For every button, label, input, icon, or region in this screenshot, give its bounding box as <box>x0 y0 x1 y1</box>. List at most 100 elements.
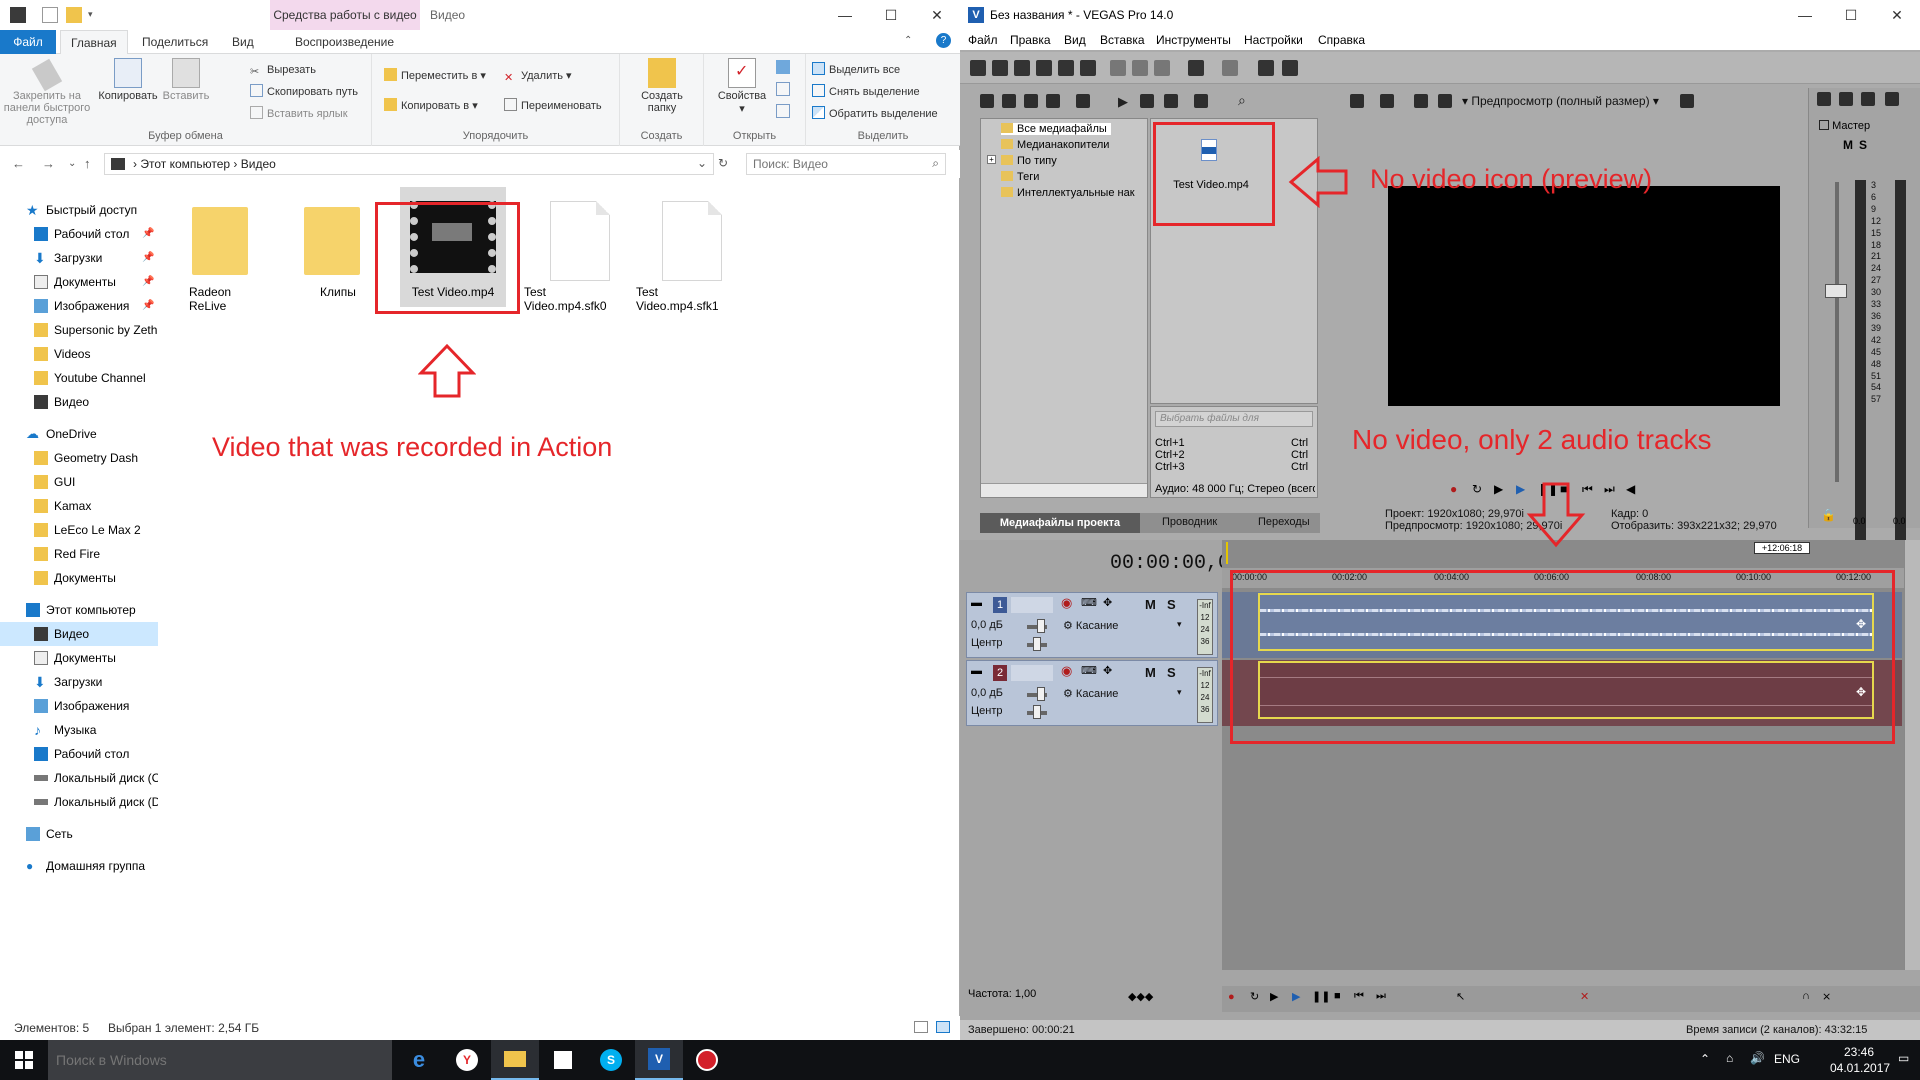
taskbar-search-input[interactable] <box>56 1050 376 1070</box>
cut-button[interactable]: ✂ Вырезать <box>250 60 316 80</box>
render-icon[interactable] <box>1058 60 1074 76</box>
search-box[interactable]: ⌕ <box>746 153 946 175</box>
master-downmix-icon[interactable] <box>1861 92 1875 106</box>
automation-mode[interactable]: ⚙ Касание <box>1063 687 1118 700</box>
vegas-minimize-icon[interactable]: — <box>1782 0 1828 30</box>
preview-quality-dropdown[interactable]: ▾ Предпросмотр (полный размер) ▾ <box>1462 94 1659 108</box>
nav-quick-access[interactable]: ★ Быстрый доступ <box>0 198 158 222</box>
tl-loop-icon[interactable]: ↻ <box>1250 990 1259 1003</box>
media-filter-field[interactable]: Выбрать файлы для редактирования <box>1155 411 1313 427</box>
file-item-radeon-relive[interactable]: Radeon ReLive <box>170 195 270 313</box>
rate-slider-icon[interactable]: ◆◆◆ <box>1128 990 1153 1003</box>
tab-home[interactable]: Главная <box>60 30 128 54</box>
save-as-icon[interactable] <box>1036 60 1052 76</box>
file-item-sfk1[interactable]: Test Video.mp4.sfk1 <box>636 195 736 313</box>
nav-pc-music[interactable]: ♪ Музыка <box>0 718 158 742</box>
auto-crossfade-icon[interactable]: ⨯ <box>1822 990 1831 1003</box>
delete-event-icon[interactable]: ✕ <box>1580 990 1589 1003</box>
pan-knob[interactable] <box>1033 705 1041 719</box>
vegas-maximize-icon[interactable]: ☐ <box>1828 0 1874 30</box>
preview-properties-icon[interactable] <box>1350 94 1364 108</box>
copy-to-button[interactable]: Копировать в ▾ <box>384 96 478 116</box>
vegas-close-icon[interactable]: ✕ <box>1874 0 1920 30</box>
nav-pictures[interactable]: Изображения 📌 <box>0 294 158 318</box>
auto-preview-icon[interactable] <box>1164 94 1178 108</box>
paste-button[interactable]: Вставить <box>156 58 216 102</box>
tl-start-icon[interactable]: ⏮ <box>1354 990 1364 1003</box>
automation-mode[interactable]: ⚙ Касание <box>1063 619 1118 632</box>
nav-geometry-dash[interactable]: Geometry Dash <box>0 446 158 470</box>
large-icons-view-icon[interactable] <box>936 1021 950 1033</box>
track-name-field[interactable] <box>1011 597 1053 613</box>
help-icon[interactable]: ? <box>936 33 951 48</box>
tl-stop-icon[interactable]: ■ <box>1334 990 1341 1002</box>
address-dropdown-icon[interactable]: ⌄ <box>697 156 707 170</box>
nav-desktop[interactable]: Рабочий стол 📌 <box>0 222 158 246</box>
recent-chevron-icon[interactable]: ⌄ <box>68 158 76 169</box>
tl-play-icon[interactable]: ▶ <box>1292 990 1300 1003</box>
taskbar-yandex[interactable]: Y <box>443 1040 491 1080</box>
delete-button[interactable]: ✕ Удалить ▾ <box>504 66 572 86</box>
tab-file[interactable]: Файл <box>0 30 56 54</box>
nav-videos[interactable]: Videos <box>0 342 158 366</box>
go-to-end-icon[interactable]: ⏭ <box>1604 482 1615 497</box>
copy-path-button[interactable]: Скопировать путь <box>250 82 358 102</box>
pan-knob[interactable] <box>1033 637 1041 651</box>
master-fader-knob[interactable] <box>1825 284 1847 298</box>
history-icon[interactable] <box>776 104 790 118</box>
details-view-icon[interactable] <box>914 1021 928 1033</box>
track-motion-icon[interactable]: ✥ <box>1103 596 1112 609</box>
menu-insert[interactable]: Вставка <box>1100 33 1145 47</box>
ribbon-collapse-icon[interactable]: ⌃ <box>904 35 912 46</box>
nav-downloads[interactable]: ⬇ Загрузки 📌 <box>0 246 158 270</box>
taskbar-skype[interactable]: S <box>587 1040 635 1080</box>
redo-icon[interactable] <box>1222 60 1238 76</box>
action-center-icon[interactable]: ▭ <box>1898 1051 1909 1065</box>
nav-pc-pictures[interactable]: Изображения <box>0 694 158 718</box>
new-project-icon[interactable] <box>970 60 986 76</box>
get-media-icon[interactable] <box>1024 94 1038 108</box>
audio-track-1[interactable]: ▬ 1 ◉ ⌨ ✥ M S 0,0 дБ Центр ⚙ Касание ▾ -… <box>966 592 1218 658</box>
preview-mode-icon[interactable] <box>1438 94 1452 108</box>
tl-record-icon[interactable]: ● <box>1228 991 1235 1003</box>
nav-disk-d[interactable]: Локальный диск (D <box>0 790 158 814</box>
import-media-icon[interactable] <box>980 94 994 108</box>
file-item-clips[interactable]: Клипы <box>282 195 382 299</box>
tray-network-icon[interactable]: ⌂ <box>1726 1051 1733 1065</box>
menu-help[interactable]: Справка <box>1318 33 1365 47</box>
nav-pc-documents[interactable]: Документы <box>0 646 158 670</box>
track-fx-icon[interactable]: ⌨ <box>1081 664 1097 677</box>
nav-gui[interactable]: GUI <box>0 470 158 494</box>
minimize-icon[interactable]: — <box>822 0 868 30</box>
track-name-field[interactable] <box>1011 665 1053 681</box>
tl-pause-icon[interactable]: ❚❚ <box>1312 990 1330 1003</box>
tab-view[interactable]: Вид <box>222 30 264 54</box>
edit-details-icon[interactable] <box>1258 60 1274 76</box>
nav-supersonic[interactable]: Supersonic by Zethi <box>0 318 158 342</box>
nav-video-quick[interactable]: Видео <box>0 390 158 414</box>
taskbar-vegas[interactable]: V <box>635 1040 683 1080</box>
menu-settings[interactable]: Настройки <box>1244 33 1303 47</box>
split-screen-icon[interactable] <box>1414 94 1428 108</box>
lock-icon[interactable]: 🔒 <box>1821 508 1836 522</box>
tab-share[interactable]: Поделиться <box>132 30 218 54</box>
tree-tags[interactable]: Теги <box>1001 171 1039 183</box>
start-button[interactable] <box>0 1040 48 1080</box>
properties-button[interactable]: ✓ Свойства ▾ <box>712 58 772 115</box>
tl-play-start-icon[interactable]: ▶ <box>1270 990 1278 1003</box>
tray-date[interactable]: 04.01.2017 <box>1830 1061 1890 1075</box>
refresh-icon[interactable]: ↻ <box>718 156 728 170</box>
master-dim-icon[interactable] <box>1885 92 1899 106</box>
master-mute[interactable]: M <box>1843 138 1853 152</box>
capture-video-icon[interactable] <box>1002 94 1016 108</box>
move-to-button[interactable]: Переместить в ▾ <box>384 66 486 86</box>
normal-edit-tool-icon[interactable]: ↖ <box>1456 990 1465 1003</box>
views-icon[interactable] <box>1194 94 1208 108</box>
cut-icon[interactable] <box>1110 60 1126 76</box>
breadcrumb-video[interactable]: Видео <box>241 157 276 171</box>
nav-network[interactable]: Сеть <box>0 822 158 846</box>
tab-transitions[interactable]: Переходы <box>1258 516 1310 528</box>
menu-edit[interactable]: Правка <box>1010 33 1051 47</box>
arm-record-icon[interactable]: ◉ <box>1061 663 1072 679</box>
search-media-icon[interactable]: ⌕ <box>1238 92 1246 109</box>
